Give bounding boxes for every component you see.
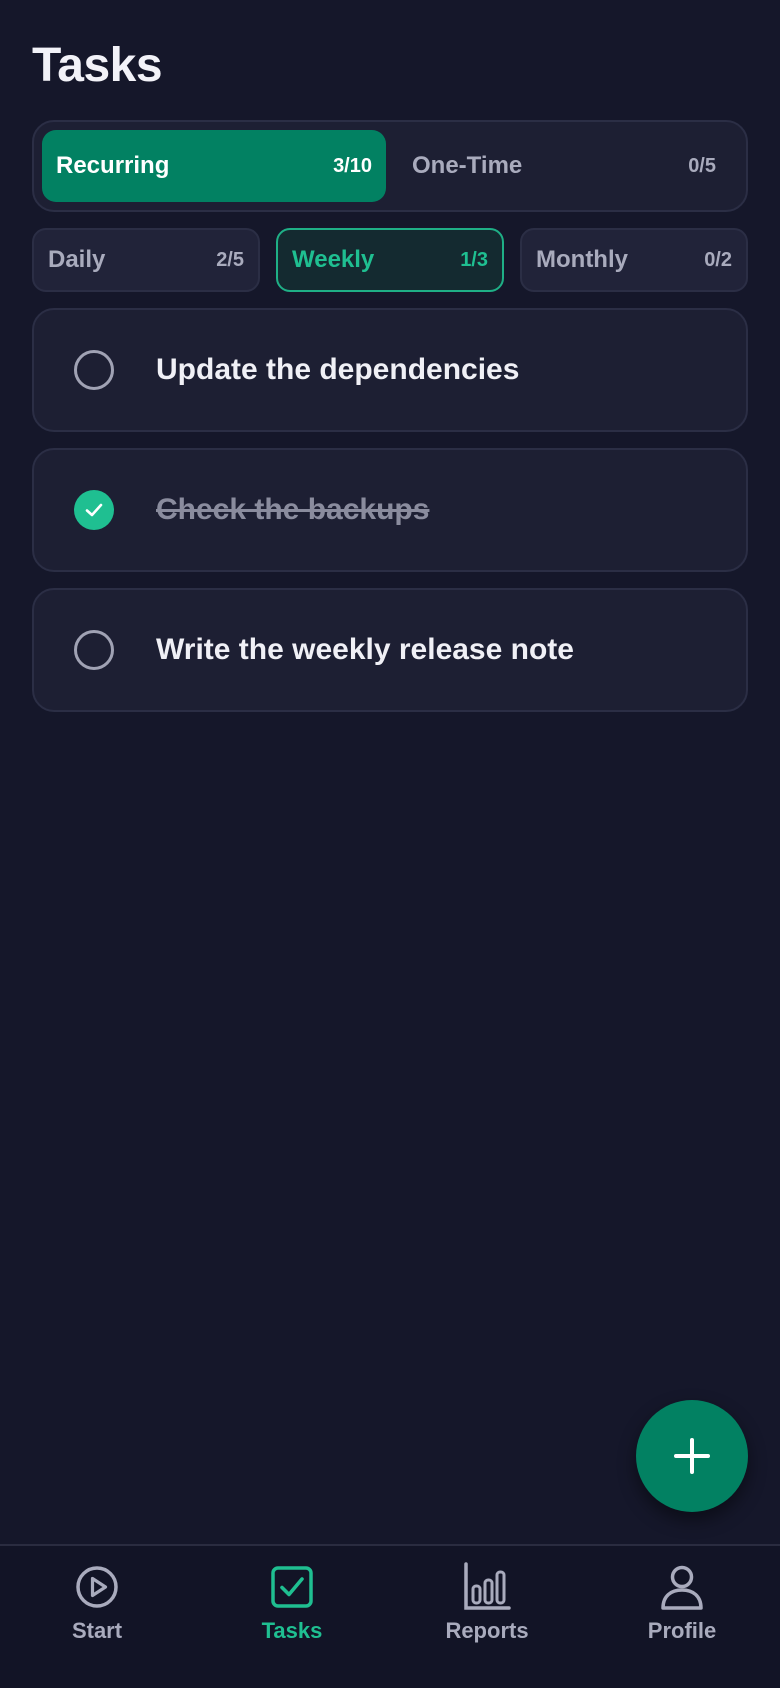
nav-item-profile[interactable]: Profile	[602, 1562, 762, 1662]
segment-one-time-label: One-Time	[412, 152, 523, 179]
filter-daily-button[interactable]: Daily 2/5	[32, 228, 260, 292]
nav-item-tasks[interactable]: Tasks	[212, 1562, 372, 1662]
nav-item-start[interactable]: Start	[17, 1562, 177, 1662]
task-card[interactable]: Write the weekly release note	[32, 588, 748, 712]
task-title: Check the backups	[156, 493, 430, 526]
nav-label-profile: Profile	[647, 1618, 717, 1643]
task-card[interactable]: Update the dependencies	[32, 308, 748, 432]
filter-weekly-label: Weekly	[292, 246, 375, 273]
task-checkbox-empty-icon[interactable]	[74, 350, 114, 390]
task-card[interactable]: Check the backups	[32, 448, 748, 572]
bar-chart-icon	[464, 1562, 511, 1610]
task-checkbox-checked-icon[interactable]	[74, 490, 114, 530]
task-checkbox-empty-icon[interactable]	[74, 630, 114, 670]
nav-label-reports: Reports	[445, 1618, 529, 1643]
filter-monthly-count: 0/2	[704, 248, 732, 271]
segment-one-time-count: 0/5	[688, 154, 716, 177]
checkmark-icon	[85, 503, 103, 517]
nav-label-start: Start	[71, 1618, 123, 1643]
nav-item-reports[interactable]: Reports	[407, 1562, 567, 1662]
filter-monthly-button[interactable]: Monthly 0/2	[520, 228, 748, 292]
filter-daily-count: 2/5	[216, 248, 244, 271]
task-title: Write the weekly release note	[156, 633, 574, 666]
bottom-navigation: Start Tasks Reports Profile	[0, 1544, 780, 1688]
filter-weekly-count: 1/3	[460, 248, 488, 271]
nav-label-tasks: Tasks	[261, 1618, 323, 1643]
filter-daily-label: Daily	[48, 246, 106, 273]
segment-one-time-button[interactable]: One-Time 0/5	[396, 130, 736, 202]
play-circle-icon	[76, 1566, 118, 1608]
segment-recurring-button[interactable]: Recurring 3/10	[42, 130, 386, 202]
tasks-screen: Tasks Recurring 3/10 One-Time 0/5 Daily …	[0, 0, 780, 1688]
add-task-button[interactable]	[636, 1400, 748, 1512]
task-type-segmented-control: Recurring 3/10 One-Time 0/5	[32, 120, 748, 212]
user-icon	[661, 1565, 703, 1610]
filter-weekly-button[interactable]: Weekly 1/3	[276, 228, 504, 292]
segment-recurring-count: 3/10	[333, 154, 372, 177]
page-title: Tasks	[32, 39, 163, 92]
checkbox-icon	[271, 1566, 313, 1608]
segment-recurring-label: Recurring	[56, 152, 170, 179]
filter-monthly-label: Monthly	[536, 246, 628, 273]
task-title: Update the dependencies	[156, 353, 520, 386]
plus-icon	[674, 1438, 710, 1474]
